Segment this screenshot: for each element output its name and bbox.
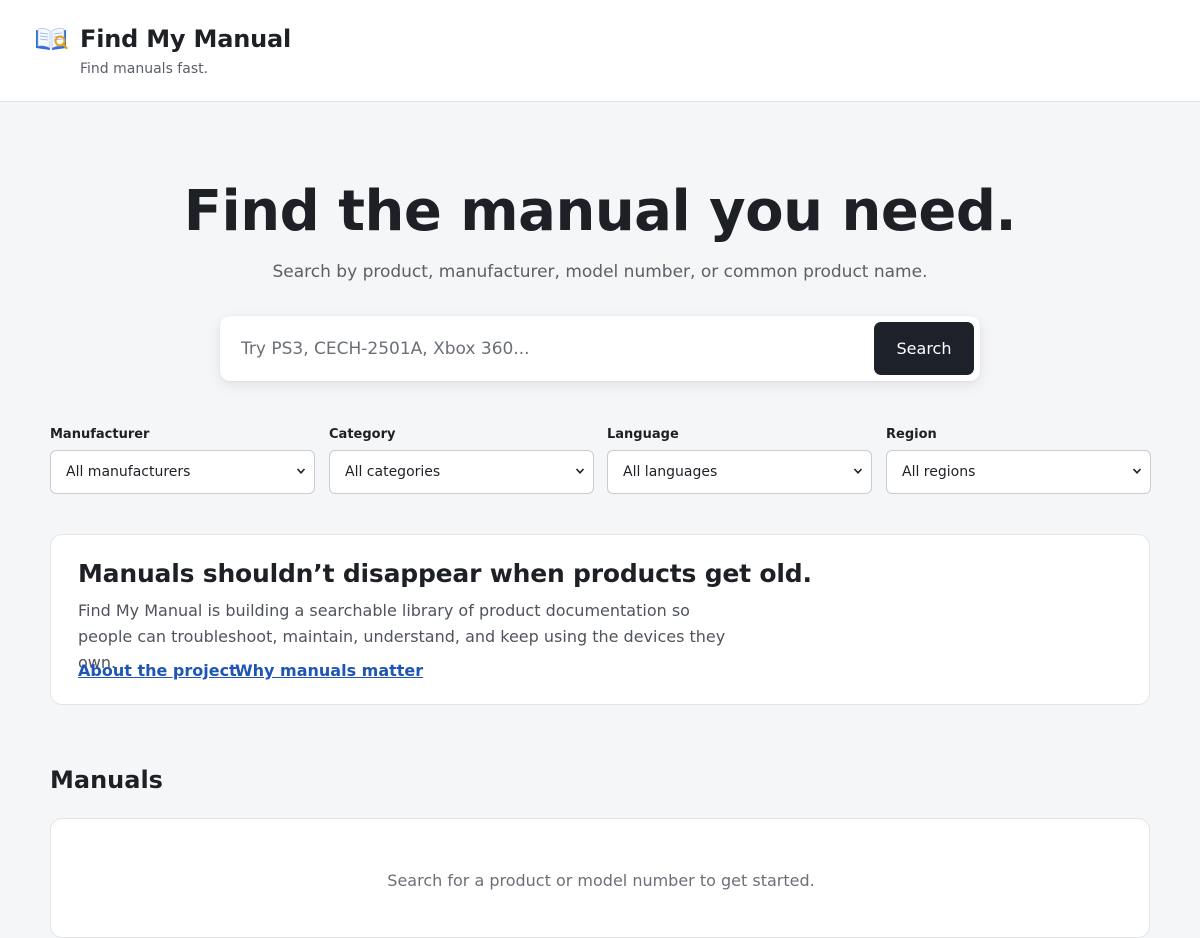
site-header: Find My Manual Find manuals fast. bbox=[0, 0, 1200, 102]
manuals-heading: Manuals bbox=[50, 766, 163, 794]
filter-label-category: Category bbox=[329, 427, 396, 442]
mission-title: Manuals shouldn’t disappear when product… bbox=[78, 559, 812, 588]
chevron-down-icon bbox=[1132, 468, 1142, 474]
search-button[interactable]: Search bbox=[874, 322, 974, 375]
filter-label-region: Region bbox=[886, 427, 937, 442]
search-input[interactable] bbox=[220, 316, 870, 381]
filter-label-language: Language bbox=[607, 427, 679, 442]
chevron-down-icon bbox=[296, 468, 306, 474]
language-select[interactable]: All languages bbox=[607, 450, 872, 494]
empty-state-message: Search for a product or model number to … bbox=[387, 871, 815, 890]
chevron-down-icon bbox=[853, 468, 863, 474]
about-project-link[interactable]: About the project bbox=[78, 661, 237, 680]
hero-title: Find the manual you need. bbox=[183, 179, 1017, 244]
filter-label-manufacturer: Manufacturer bbox=[50, 427, 150, 442]
region-select[interactable]: All regions bbox=[886, 450, 1151, 494]
category-selected-value: All categories bbox=[345, 464, 441, 480]
filter-language: Language All languages bbox=[607, 427, 872, 494]
hero-subtitle: Search by product, manufacturer, model n… bbox=[272, 262, 928, 282]
manufacturer-select[interactable]: All manufacturers bbox=[50, 450, 315, 494]
region-selected-value: All regions bbox=[902, 464, 976, 480]
language-selected-value: All languages bbox=[623, 464, 718, 480]
open-book-icon bbox=[36, 28, 68, 50]
why-manuals-matter-link[interactable]: Why manuals matter bbox=[235, 661, 423, 680]
manufacturer-selected-value: All manufacturers bbox=[66, 464, 191, 480]
category-select[interactable]: All categories bbox=[329, 450, 594, 494]
chevron-down-icon bbox=[575, 468, 585, 474]
results-panel: Search for a product or model number to … bbox=[50, 818, 1150, 938]
mission-card: Manuals shouldn’t disappear when product… bbox=[50, 534, 1150, 705]
filter-manufacturer: Manufacturer All manufacturers bbox=[50, 427, 315, 494]
search-form: Search bbox=[220, 316, 980, 381]
filter-category: Category All categories bbox=[329, 427, 594, 494]
filter-region: Region All regions bbox=[886, 427, 1151, 494]
site-tagline: Find manuals fast. bbox=[80, 61, 209, 77]
site-title: Find My Manual bbox=[80, 25, 291, 53]
